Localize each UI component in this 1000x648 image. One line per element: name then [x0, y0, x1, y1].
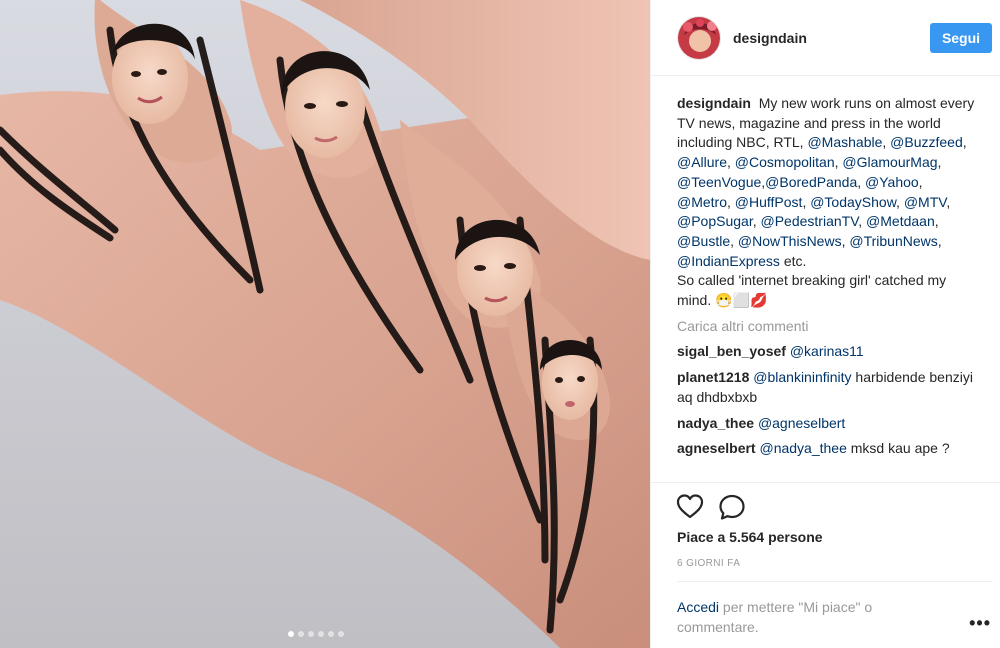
comment-item: agneselbert @nadya_thee mksd kau ape ?	[677, 439, 977, 459]
caption: designdain My new work runs on almost ev…	[677, 94, 977, 311]
caption-separator: ,	[730, 232, 738, 249]
likes-count[interactable]: Piace a 5.564 persone	[677, 529, 823, 545]
comment-thread: sigal_ben_yosef @karinas11 planet1218 @bl…	[677, 342, 977, 459]
caption-mention[interactable]: @Cosmopolitan	[735, 154, 835, 170]
caption-mention[interactable]: @Buzzfeed	[890, 134, 963, 150]
more-options-icon[interactable]: •••	[969, 613, 991, 634]
carousel-dot[interactable]	[298, 631, 304, 637]
caption-mention[interactable]: @Metdaan	[866, 213, 935, 229]
caption-mention[interactable]: @NowThisNews	[738, 233, 842, 249]
comment-mention[interactable]: @blankininfinity	[753, 369, 851, 385]
caption-separator: ,	[946, 193, 951, 210]
caption-separator: ,	[918, 173, 923, 190]
heart-icon[interactable]	[676, 493, 704, 521]
caption-separator: ,	[896, 193, 904, 210]
caption-mention[interactable]: @TodayShow	[810, 194, 896, 210]
caption-mention[interactable]: @TeenVogue	[677, 174, 761, 190]
comment-bubble-icon[interactable]	[718, 493, 746, 521]
comment-username[interactable]: sigal_ben_yosef	[677, 343, 786, 359]
post-sidebar: designdain Segui designdain My new work …	[650, 0, 1000, 648]
post-image[interactable]	[0, 0, 650, 648]
caption-separator: ,	[934, 213, 939, 230]
avatar[interactable]	[677, 15, 721, 60]
caption-text-end: etc.	[779, 252, 807, 269]
caption-tags: @Mashable, @Buzzfeed, @Allure, @Cosmopol…	[677, 134, 967, 268]
nail-art-photo	[0, 0, 650, 648]
caption-separator: ,	[937, 154, 942, 171]
caption-mention[interactable]: @GlamourMag	[842, 154, 937, 170]
caption-mention[interactable]: @BoredPanda	[765, 174, 857, 190]
carousel-indicator	[288, 631, 344, 637]
caption-separator: ,	[727, 193, 735, 210]
follow-button[interactable]: Segui	[930, 22, 992, 53]
caption-mention[interactable]: @Bustle	[677, 233, 730, 249]
carousel-dot[interactable]	[338, 631, 344, 637]
caption-mention[interactable]: @Mashable	[807, 134, 882, 150]
caption-mention[interactable]: @PopSugar	[677, 213, 753, 229]
login-prompt: Accedi per mettere "Mi piace" o commenta…	[677, 597, 937, 637]
caption-mention[interactable]: @Allure	[677, 154, 727, 170]
caption-separator: ,	[727, 154, 735, 171]
comments-list[interactable]: designdain My new work runs on almost ev…	[677, 94, 977, 482]
caption-separator: ,	[858, 213, 867, 230]
caption-separator: ,	[752, 213, 761, 230]
caption-mention[interactable]: @MTV	[904, 194, 946, 210]
action-icons	[676, 493, 746, 521]
caption-mention[interactable]: @PedestrianTV	[761, 213, 859, 229]
comment-username[interactable]: nadya_thee	[677, 415, 754, 431]
comment-item: sigal_ben_yosef @karinas11	[677, 342, 977, 362]
comment-text: mksd kau ape ?	[846, 440, 950, 457]
carousel-dot[interactable]	[288, 631, 294, 637]
post-timestamp: 6 GIORNI FA	[677, 558, 741, 569]
comment-mention[interactable]: @agneselbert	[758, 415, 845, 431]
caption-separator: ,	[937, 232, 942, 249]
caption-mention[interactable]: @HuffPost	[735, 194, 803, 210]
comment-mention[interactable]: @nadya_thee	[759, 440, 846, 456]
caption-separator: ,	[962, 134, 967, 151]
caption-mention[interactable]: @Yahoo	[865, 174, 919, 190]
caption-mention[interactable]: @TribunNews	[849, 233, 937, 249]
comment-item: planet1218 @blankininfinity harbidende b…	[677, 368, 977, 407]
load-more-comments[interactable]: Carica altri commenti	[677, 317, 977, 337]
caption-separator: ,	[882, 134, 891, 151]
caption-separator: ,	[857, 173, 866, 190]
carousel-dot[interactable]	[328, 631, 334, 637]
caption-mention[interactable]: @IndianExpress	[677, 253, 780, 269]
comment-item: nadya_thee @agneselbert	[677, 414, 977, 434]
author-username[interactable]: designdain	[733, 30, 930, 46]
login-link[interactable]: Accedi	[677, 599, 719, 615]
post-actions: Piace a 5.564 persone 6 GIORNI FA Accedi…	[651, 482, 1000, 648]
divider	[677, 581, 993, 582]
caption-username[interactable]: designdain	[677, 95, 751, 111]
comment-username[interactable]: agneselbert	[677, 440, 756, 456]
carousel-dot[interactable]	[308, 631, 314, 637]
comment-username[interactable]: planet1218	[677, 369, 749, 385]
caption-text-extra: So called 'internet breaking girl' catch…	[677, 272, 947, 309]
avatar-image	[678, 16, 720, 59]
caption-mention[interactable]: @Metro	[677, 194, 727, 210]
carousel-dot[interactable]	[318, 631, 324, 637]
comment-mention[interactable]: @karinas11	[790, 343, 864, 359]
post-header: designdain Segui	[651, 0, 1000, 76]
